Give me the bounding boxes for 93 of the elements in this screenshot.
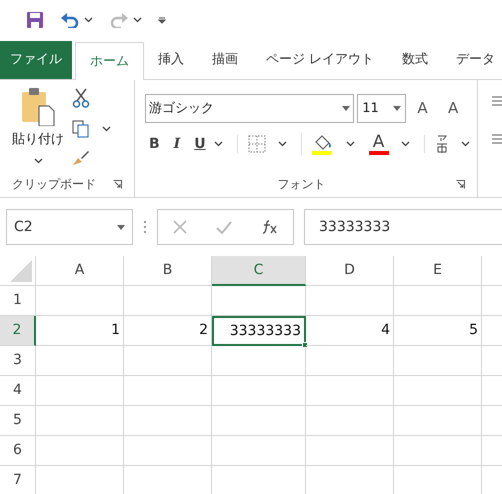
table-cell[interactable]	[306, 436, 394, 466]
row-header[interactable]: 4	[0, 376, 36, 406]
table-cell[interactable]	[36, 436, 124, 466]
table-cell[interactable]	[36, 346, 124, 376]
copy-icon[interactable]	[72, 120, 90, 138]
table-cell[interactable]	[306, 376, 394, 406]
table-cell[interactable]: 1	[36, 316, 124, 346]
group-label: クリップボード	[12, 176, 96, 193]
table-cell[interactable]	[394, 286, 482, 316]
select-all-corner[interactable]	[0, 256, 36, 286]
cancel-icon[interactable]	[172, 220, 187, 234]
grip-icon	[143, 220, 147, 234]
table-cell[interactable]	[212, 346, 306, 376]
caret-icon	[400, 141, 410, 147]
caret-icon	[133, 17, 142, 23]
caret-icon	[460, 141, 470, 147]
underline-button[interactable]: U	[194, 134, 206, 154]
table-cell[interactable]: 4	[306, 316, 394, 346]
table-cell[interactable]	[306, 346, 394, 376]
table-cell[interactable]	[212, 286, 306, 316]
align-top-icon[interactable]	[492, 96, 502, 106]
italic-button[interactable]: I	[174, 134, 180, 154]
font-color-bar	[368, 150, 389, 154]
row-header[interactable]: 6	[0, 436, 36, 466]
font-name-field[interactable]: 游ゴシック	[145, 94, 354, 123]
table-cell[interactable]	[394, 376, 482, 406]
table-cell[interactable]	[124, 376, 212, 406]
group-label: フォント	[276, 176, 326, 193]
check-icon[interactable]	[216, 220, 232, 234]
font-color-button[interactable]: A	[372, 134, 384, 150]
brush-icon[interactable]	[72, 150, 90, 166]
dialog-launcher-icon[interactable]	[113, 180, 122, 188]
table-cell[interactable]	[36, 286, 124, 316]
caret-icon	[214, 141, 223, 147]
table-cell[interactable]	[212, 436, 306, 466]
ribbon-tab[interactable]: ページ レイアウト	[252, 41, 388, 79]
table-cell[interactable]	[124, 436, 212, 466]
customize-toolbar-icon[interactable]	[158, 16, 166, 24]
table-cell[interactable]: 2	[124, 316, 212, 346]
ribbon-tab[interactable]: 描画	[198, 41, 252, 79]
table-cell[interactable]	[124, 286, 212, 316]
caret-icon	[34, 158, 42, 164]
file-tab[interactable]: ファイル	[0, 41, 72, 79]
formula-field[interactable]: 33333333	[304, 209, 502, 245]
table-cell[interactable]	[124, 346, 212, 376]
row-header[interactable]: 3	[0, 346, 36, 376]
caret-icon	[346, 141, 355, 147]
save-icon[interactable]	[26, 11, 44, 29]
bold-button[interactable]: B	[149, 134, 160, 154]
fill-handle[interactable]	[302, 342, 308, 348]
dropdown-arrow-icon	[342, 106, 350, 111]
table-cell[interactable]	[212, 406, 306, 436]
undo-icon[interactable]	[60, 12, 80, 28]
function-icon[interactable]	[262, 220, 278, 234]
clipboard-icon	[20, 88, 56, 126]
row-header[interactable]: 5	[0, 406, 36, 436]
borders-icon[interactable]	[248, 135, 266, 153]
table-cell[interactable]	[36, 406, 124, 436]
column-header[interactable]: C	[212, 256, 306, 286]
ribbon-tab[interactable]: データ	[442, 41, 502, 79]
row-header[interactable]: 2	[0, 316, 36, 346]
table-cell[interactable]	[124, 406, 212, 436]
fill-bucket-icon[interactable]	[312, 133, 334, 155]
shrink-font-button[interactable]: A	[439, 97, 467, 120]
table-cell[interactable]: 33333333	[212, 316, 306, 346]
column-header[interactable]: A	[36, 256, 124, 286]
ribbon-tab[interactable]: ホーム	[75, 42, 144, 80]
name-box[interactable]: C2	[6, 209, 133, 245]
table-cell[interactable]	[306, 406, 394, 436]
table-cell[interactable]	[394, 406, 482, 436]
ribbon-tab[interactable]: 挿入	[144, 41, 198, 79]
column-header[interactable]: E	[394, 256, 482, 286]
dropdown-arrow-icon	[392, 106, 401, 111]
grow-font-button[interactable]: A	[408, 97, 436, 120]
table-cell[interactable]	[212, 376, 306, 406]
caret-icon	[278, 141, 287, 147]
table-cell[interactable]	[394, 346, 482, 376]
column-header[interactable]: D	[306, 256, 394, 286]
phonetic-guide-icon[interactable]	[434, 135, 449, 153]
table-cell[interactable]	[306, 286, 394, 316]
font-size-field[interactable]: 11	[357, 94, 406, 123]
dropdown-arrow-icon	[117, 224, 125, 230]
row-header[interactable]: 7	[0, 466, 36, 494]
dialog-launcher-icon[interactable]	[456, 180, 465, 188]
scissors-icon[interactable]	[72, 88, 90, 108]
caret-icon	[84, 17, 93, 23]
table-cell[interactable]: 5	[394, 316, 482, 346]
align-left-icon[interactable]	[492, 134, 502, 144]
paste-button[interactable]: 貼り付け	[12, 88, 64, 171]
caret-icon	[102, 126, 111, 132]
table-cell[interactable]	[394, 436, 482, 466]
ribbon-tab[interactable]: 数式	[388, 41, 442, 79]
table-cell[interactable]	[36, 376, 124, 406]
